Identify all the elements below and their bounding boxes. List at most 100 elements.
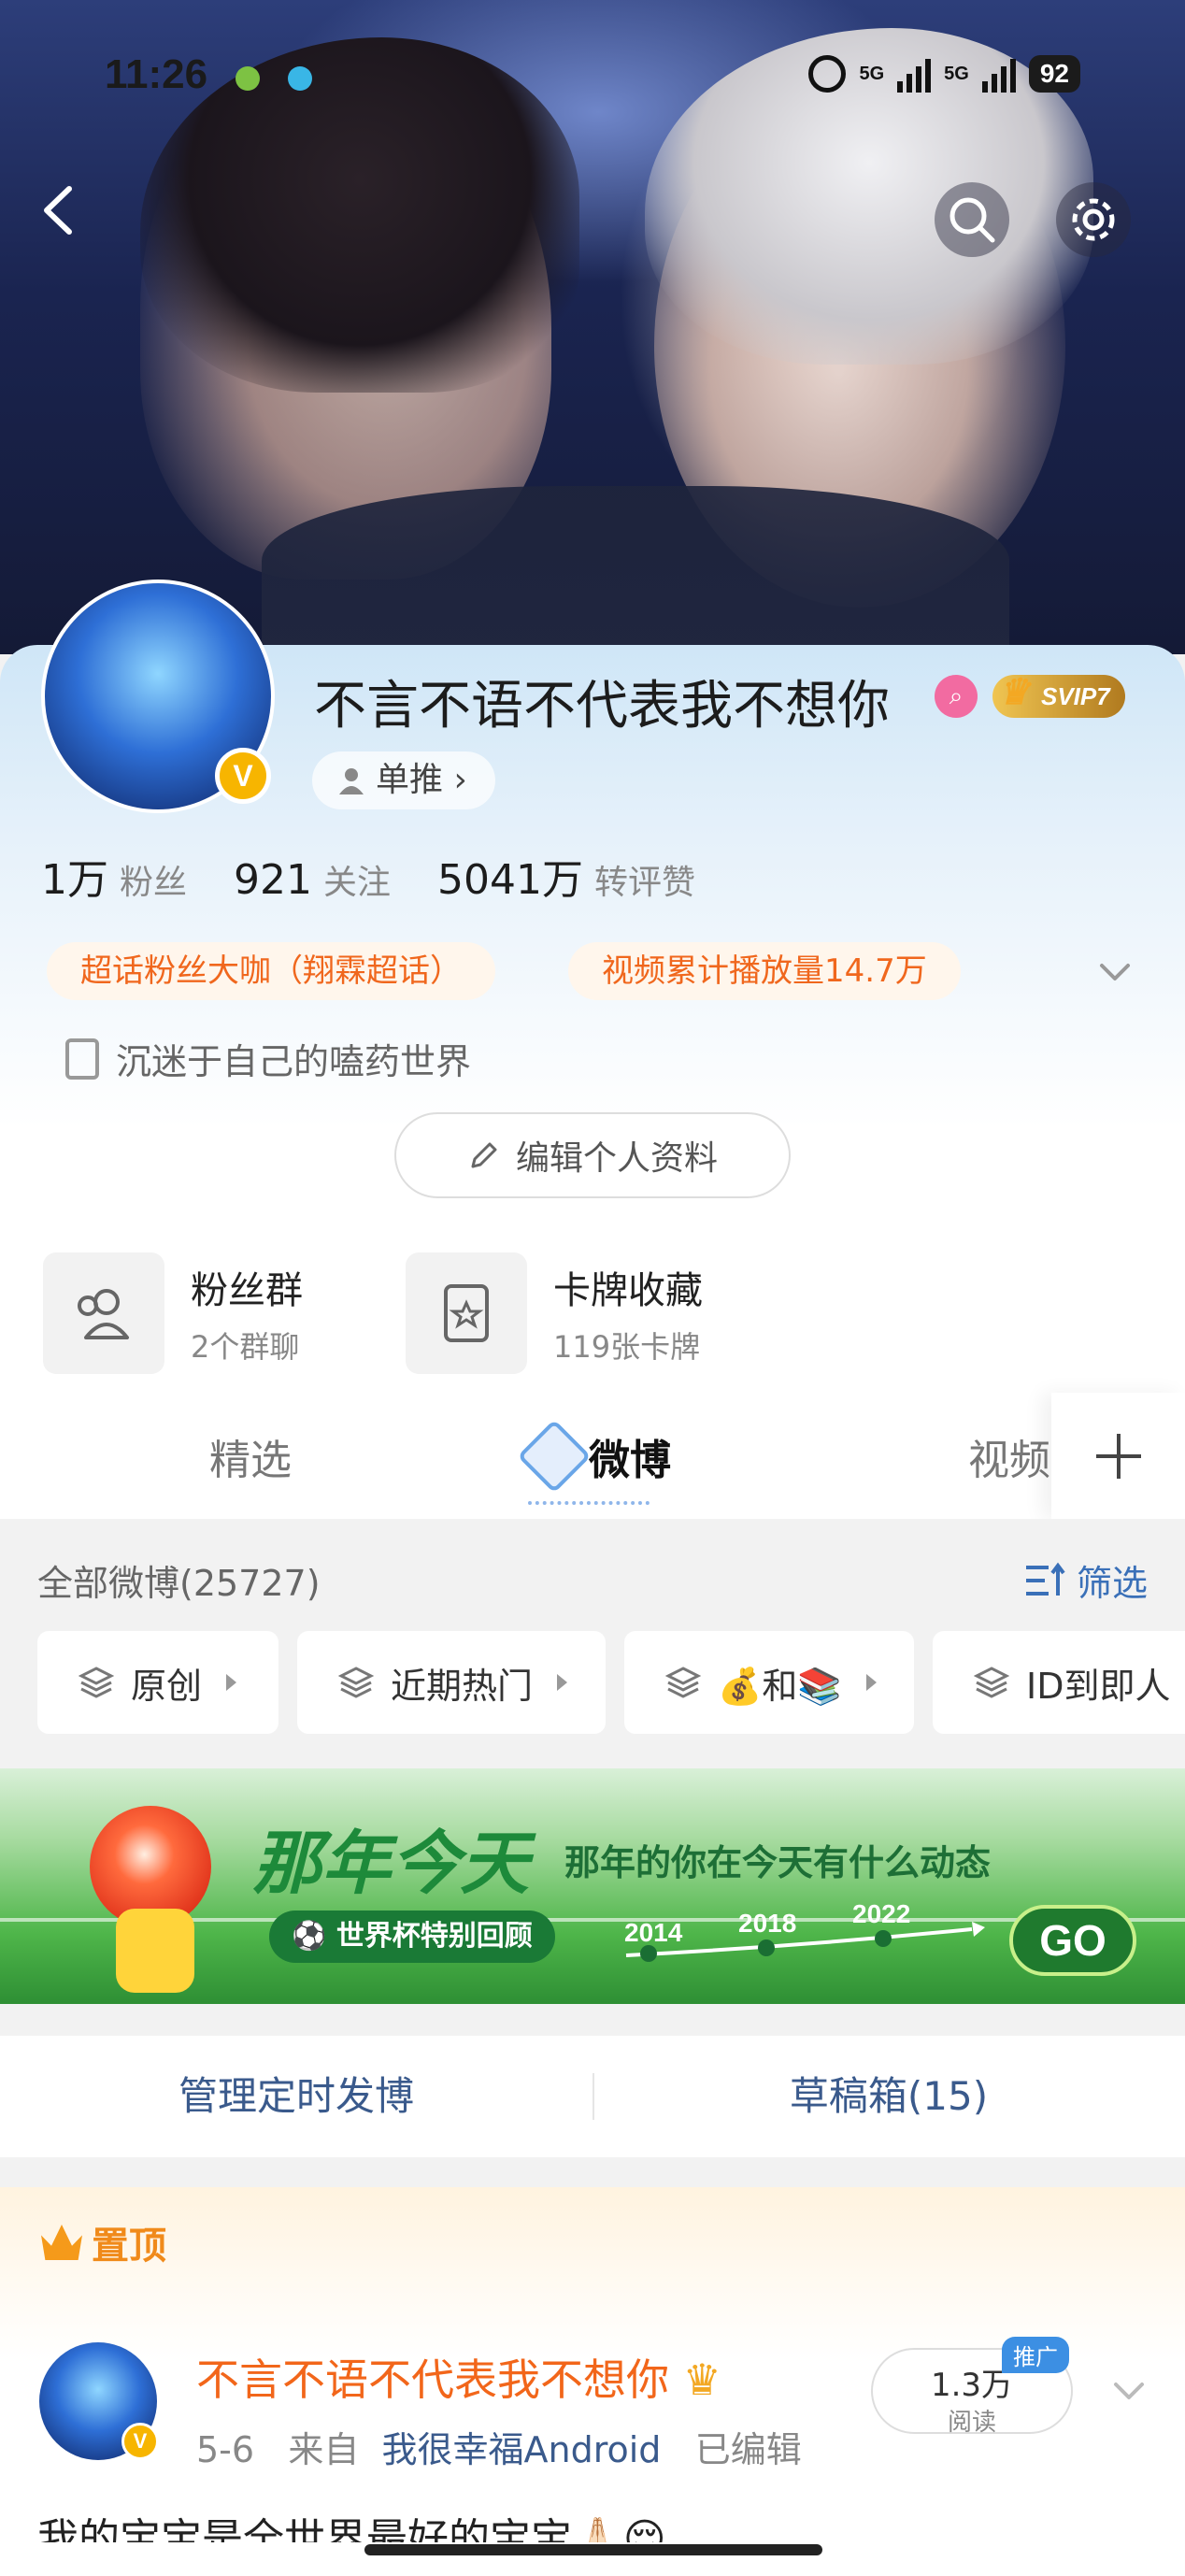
feature-fan-groups[interactable]: 粉丝群 2个群聊 [43, 1252, 303, 1374]
chip-original[interactable]: 原创 [37, 1631, 278, 1734]
stat-value: 1万 [41, 856, 108, 904]
edit-profile-button[interactable]: 编辑个人资料 [394, 1112, 791, 1198]
chip-label: 原创 [131, 1665, 203, 1707]
stat-followers[interactable]: 1万 粉丝 [41, 846, 187, 906]
svip-label: SVIP7 [1041, 682, 1110, 710]
layers-icon [665, 1667, 701, 1698]
go-button[interactable]: GO [1009, 1905, 1136, 1976]
tab-video[interactable]: 视频 [968, 1426, 1050, 1486]
scheduled-posts-button[interactable]: 管理定时发博 [0, 2036, 592, 2157]
chip-recent-hot[interactable]: 近期热门 [297, 1631, 606, 1734]
layers-icon [79, 1667, 114, 1698]
chip-label: 💰和📚 [718, 1665, 842, 1707]
home-indicator[interactable] [364, 2544, 822, 2555]
banner-badge: ⚽ 世界杯特别回顾 [269, 1911, 555, 1963]
status-bar: 11:26 5G 5G 92 [0, 51, 1185, 107]
tab-featured[interactable]: 精选 [209, 1426, 292, 1486]
chevron-right-icon: › [453, 761, 467, 799]
status-right: 5G 5G 92 [808, 55, 1080, 93]
chip-label: ID到即人 [1026, 1665, 1171, 1707]
memory-banner[interactable]: 那年今天 那年的你在今天有什么动态 ⚽ 世界杯特别回顾 2014 2018 20… [0, 1768, 1185, 2004]
profile-username: 不言不语不代表我不想你 [314, 676, 890, 737]
post-author[interactable]: 不言不语不代表我不想你 ♛ [196, 2346, 721, 2408]
plus-icon [1095, 1433, 1141, 1479]
mascot-body [116, 1909, 194, 1993]
feature-title: 粉丝群 [191, 1269, 303, 1312]
post-source[interactable]: 我很幸福Android [382, 2429, 662, 2470]
bio: 沉迷于自己的嗑药世界 [65, 1033, 471, 1084]
chip-id[interactable]: ID到即人 [933, 1631, 1185, 1734]
soccer-ball-icon: ⚽ [292, 1920, 336, 1953]
timeline-year: 2014 [624, 1918, 683, 1947]
profile-page: 11:26 5G 5G 92 V 不言不语不代表我不想你 ⌕ ♛ SVIP7 单推… [0, 0, 1185, 2576]
caret-right-icon [226, 1674, 237, 1691]
search-topic-icon[interactable]: ⌕ [935, 675, 978, 718]
pinned-post[interactable]: 置顶 V 不言不语不代表我不想你 ♛ 5-6 来自 我很幸福Android 已编… [0, 2187, 1185, 2576]
verified-badge-icon: V [121, 2423, 159, 2460]
settings-button[interactable] [1056, 182, 1131, 257]
profile-tabs: 精选 微博 视频 [0, 1393, 1185, 1519]
drafts-button[interactable]: 草稿箱(15) [592, 2036, 1185, 2157]
chip-emoji-tag[interactable]: 💰和📚 [624, 1631, 914, 1734]
all-weibo-count[interactable]: 全部微博(25727) [37, 1554, 321, 1606]
back-button[interactable] [28, 178, 93, 243]
pinned-text: 置顶 [92, 2225, 166, 2268]
signal-bars-icon-2 [981, 55, 1016, 93]
caret-right-icon [557, 1674, 568, 1691]
badge-supertopic[interactable]: 超话粉丝大咖（翔霖超话） [47, 942, 495, 1000]
signal-label-2: 5G [944, 63, 969, 84]
search-icon [949, 197, 995, 243]
post-date: 5-6 [196, 2429, 255, 2470]
status-time: 11:26 [105, 51, 208, 97]
timeline-year: 2022 [852, 1899, 911, 1928]
card-icon [406, 1252, 527, 1374]
alarm-icon [808, 55, 847, 93]
stat-label: 关注 [323, 864, 392, 902]
caret-right-icon [865, 1674, 877, 1691]
post-edited: 已编辑 [694, 2429, 802, 2470]
edit-profile-label: 编辑个人资料 [515, 1139, 718, 1178]
filter-button[interactable]: 筛选 [1024, 1554, 1148, 1606]
chevron-down-icon[interactable] [1098, 955, 1132, 989]
add-tab-button[interactable] [1051, 1393, 1185, 1519]
badge-video-plays[interactable]: 视频累计播放量14.7万 [568, 942, 961, 1000]
avatar[interactable]: V [41, 580, 275, 813]
pinned-label: 置顶 [41, 2215, 166, 2269]
timeline-year: 2018 [738, 1909, 797, 1938]
manage-bar: 管理定时发博 草稿箱(15) [0, 2036, 1185, 2157]
battery-level: 92 [1028, 55, 1080, 93]
crown-badge-icon: ♛ [682, 2354, 721, 2405]
feature-card-collection[interactable]: 卡牌收藏 119张卡牌 [406, 1252, 703, 1374]
signal-bars-icon [897, 55, 932, 93]
banner-badge-label: 世界杯特别回顾 [336, 1920, 533, 1953]
tab-sparkle-icon [517, 1419, 592, 1494]
stat-label: 粉丝 [120, 864, 188, 902]
chevron-down-icon[interactable] [1112, 2374, 1146, 2408]
post-text[interactable]: 我的宝宝是全世界最好的宝宝🙏🏻😌 [37, 2505, 666, 2542]
pencil-icon [471, 1142, 497, 1168]
stat-value: 5041万 [437, 856, 583, 904]
search-button[interactable] [935, 182, 1009, 257]
post-meta: 5-6 来自 我很幸福Android 已编辑 [196, 2421, 802, 2472]
app-notification-icon-2 [288, 66, 312, 91]
stat-value: 921 [234, 856, 312, 904]
promo-tag[interactable]: 推广 [1002, 2337, 1069, 2373]
crown-icon [41, 2225, 82, 2260]
feature-subtitle: 119张卡牌 [553, 1329, 701, 1365]
feed-filter-area: 全部微博(25727) 筛选 原创 近期热门 💰和📚 ID到即人 [0, 1519, 1185, 1753]
post-author-name: 不言不语不代表我不想你 [196, 2354, 669, 2405]
tab-weibo[interactable]: 微博 [589, 1426, 671, 1486]
post-avatar[interactable]: V [39, 2342, 159, 2460]
app-notification-icon [236, 66, 260, 91]
document-icon [65, 1038, 99, 1080]
stat-following[interactable]: 921 关注 [234, 855, 391, 904]
stat-likes[interactable]: 5041万 转评赞 [437, 846, 695, 906]
layers-icon [338, 1667, 374, 1698]
users-icon [43, 1252, 164, 1374]
gear-icon [1072, 198, 1115, 241]
post-from-label: 来自 [288, 2429, 360, 2470]
tag-chip[interactable]: 单推 › [312, 751, 495, 809]
svip-badge[interactable]: ♛ SVIP7 [992, 673, 1125, 718]
tag-label: 单推 [376, 761, 444, 799]
feature-title: 卡牌收藏 [553, 1269, 703, 1312]
